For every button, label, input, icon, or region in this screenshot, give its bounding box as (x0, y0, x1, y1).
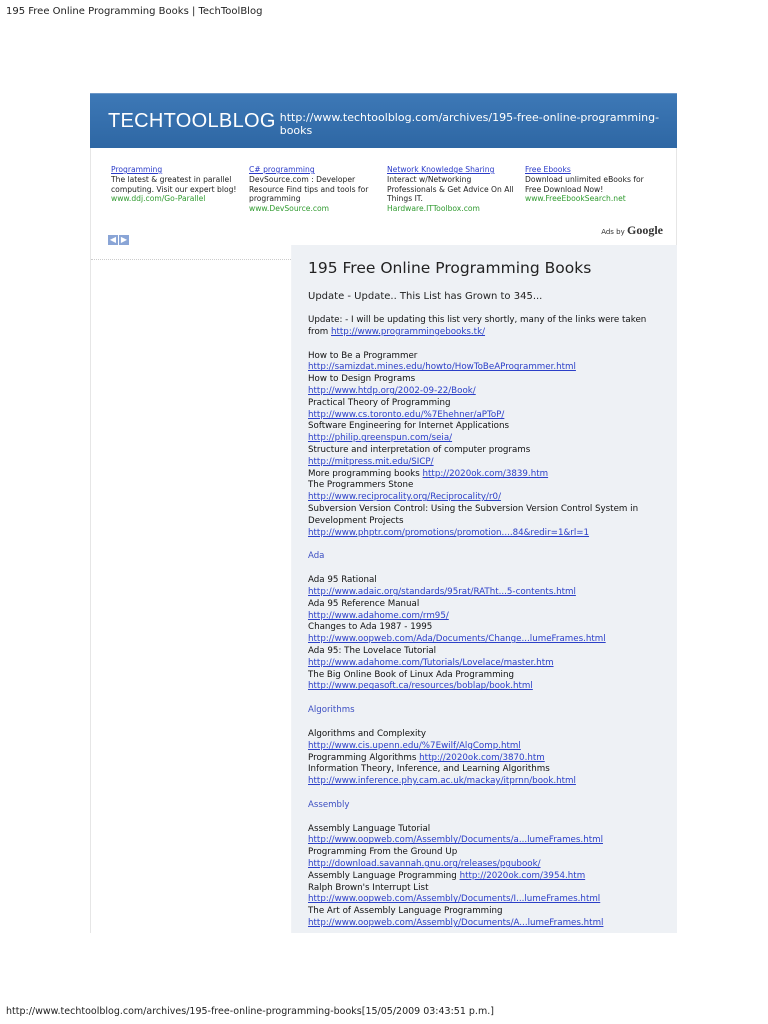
site-logo[interactable]: TECHTOOLBLOG (108, 110, 276, 133)
book-title: Information Theory, Inference, and Learn… (308, 764, 550, 775)
prev-ad-icon[interactable]: ◀ (108, 235, 118, 245)
book-link[interactable]: http://www.inference.phy.cam.ac.uk/macka… (308, 776, 576, 786)
ad-unit[interactable]: Free Ebooks Download unlimited eBooks fo… (525, 165, 659, 204)
ad-text: DevSource.com : Developer Resource Find … (249, 175, 369, 204)
book-link[interactable]: http://mitpress.mit.edu/SICP/ (308, 457, 434, 467)
sidebar-divider (91, 245, 291, 260)
ad-url[interactable]: www.ddj.com/Go-Parallel (111, 194, 205, 203)
book-title: Practical Theory of Programming (308, 397, 451, 408)
book-link[interactable]: http://www.cis.upenn.edu/%7Ewilf/AlgComp… (308, 741, 521, 751)
book-link[interactable]: http://www.adahome.com/rm95/ (308, 611, 449, 621)
book-title: Changes to Ada 1987 - 1995 (308, 622, 433, 633)
book-title: Programming From the Ground Up (308, 847, 458, 858)
post-title[interactable]: 195 Free Online Programming Books (308, 259, 591, 277)
google-logo: Google (627, 223, 663, 237)
book-title: Software Engineering for Internet Applic… (308, 421, 509, 432)
book-title: Assembly Language Programming (308, 870, 457, 881)
ad-unit[interactable]: Programming The latest & greatest in par… (111, 165, 245, 204)
book-link[interactable]: http://www.pegasoft.ca/resources/boblap/… (308, 681, 533, 691)
book-title: Structure and interpretation of computer… (308, 444, 531, 455)
book-link[interactable]: http://www.adahome.com/Tutorials/Lovelac… (308, 658, 554, 668)
ad-text: Download unlimited eBooks for Free Downl… (525, 175, 644, 194)
section-heading-algorithms: Algorithms (308, 705, 355, 716)
ad-title[interactable]: C# programming (249, 165, 383, 174)
ad-url[interactable]: www.FreeEbookSearch.net (525, 194, 626, 203)
book-link[interactable]: http://2020ok.com/3954.htm (460, 871, 586, 881)
book-title: Programming Algorithms (308, 752, 417, 763)
book-link[interactable]: http://www.oopweb.com/Ada/Documents/Chan… (308, 634, 606, 644)
section-heading-assembly: Assembly (308, 799, 350, 810)
ads-by-label: Ads by (601, 228, 625, 236)
ad-navigation: ◀ ▶ (108, 227, 130, 246)
sidebar (90, 245, 291, 933)
book-link[interactable]: http://www.oopweb.com/Assembly/Documents… (308, 835, 603, 845)
book-link[interactable]: http://www.oopweb.com/Assembly/Documents… (308, 918, 603, 928)
ad-title[interactable]: Network Knowledge Sharing (387, 165, 521, 174)
ads-by-google[interactable]: Ads by Google (601, 223, 663, 238)
book-title: The Big Online Book of Linux Ada Program… (308, 669, 514, 680)
ad-title[interactable]: Free Ebooks (525, 165, 659, 174)
book-link[interactable]: http://www.reciprocality.org/Reciprocali… (308, 492, 501, 502)
ad-unit[interactable]: Network Knowledge Sharing Interact w/Net… (387, 165, 521, 213)
book-link[interactable]: http://www.htdp.org/2002-09-22/Book/ (308, 386, 476, 396)
ad-title[interactable]: Programming (111, 165, 245, 174)
post-lead: Update - Update.. This List has Grown to… (308, 291, 543, 302)
ad-url[interactable]: Hardware.ITToolbox.com (387, 204, 480, 213)
book-link[interactable]: http://2020ok.com/3870.htm (419, 753, 545, 763)
book-title: The Programmers Stone (308, 480, 414, 491)
print-header: 195 Free Online Programming Books | Tech… (6, 6, 263, 17)
book-link[interactable]: http://2020ok.com/3839.htm (423, 469, 549, 479)
ad-text: The latest & greatest in parallel comput… (111, 175, 237, 194)
body-area: 195 Free Online Programming Books Update… (90, 245, 677, 933)
ad-unit[interactable]: C# programming DevSource.com : Developer… (249, 165, 383, 213)
ad-bar: Programming The latest & greatest in par… (90, 148, 677, 245)
post-body: Update - Update.. This List has Grown to… (308, 290, 658, 930)
book-link[interactable]: http://samizdat.mines.edu/howto/HowToBeA… (308, 362, 576, 372)
book-link[interactable]: http://download.savannah.gnu.org/release… (308, 859, 541, 869)
book-title: How to Be a Programmer (308, 350, 418, 361)
next-ad-icon[interactable]: ▶ (119, 235, 129, 245)
book-title: Ralph Brown's Interrupt List (308, 882, 429, 893)
book-title: Algorithms and Complexity (308, 728, 427, 739)
book-title: The Art of Assembly Language Programming (308, 906, 503, 917)
ad-url[interactable]: www.DevSource.com (249, 204, 329, 213)
book-title: Ada 95 Rational (308, 575, 377, 586)
ad-text: Interact w/Networking Professionals & Ge… (387, 175, 514, 204)
book-title: More programming books (308, 468, 420, 479)
main-content: 195 Free Online Programming Books Update… (292, 245, 677, 933)
page-frame: TECHTOOLBLOG http://www.techtoolblog.com… (90, 93, 677, 933)
print-footer: http://www.techtoolblog.com/archives/195… (6, 1006, 494, 1017)
section-heading-ada: Ada (308, 551, 325, 562)
book-title: Ada 95 Reference Manual (308, 598, 420, 609)
book-link[interactable]: http://www.adaic.org/standards/95rat/RAT… (308, 587, 576, 597)
banner-url[interactable]: http://www.techtoolblog.com/archives/195… (280, 111, 677, 137)
book-link[interactable]: http://www.oopweb.com/Assembly/Documents… (308, 894, 600, 904)
book-link[interactable]: http://www.cs.toronto.edu/%7Ehehner/aPTo… (308, 410, 504, 420)
book-link[interactable]: http://philip.greenspun.com/seia/ (308, 433, 452, 443)
site-banner: TECHTOOLBLOG http://www.techtoolblog.com… (90, 93, 677, 148)
book-title: Subversion Version Control: Using the Su… (308, 503, 639, 526)
book-title: Assembly Language Tutorial (308, 823, 431, 834)
book-title: How to Design Programs (308, 374, 416, 385)
book-link[interactable]: http://www.phptr.com/promotions/promotio… (308, 528, 589, 538)
book-title: Ada 95: The Lovelace Tutorial (308, 645, 437, 656)
update-link[interactable]: http://www.programmingebooks.tk/ (331, 327, 485, 337)
